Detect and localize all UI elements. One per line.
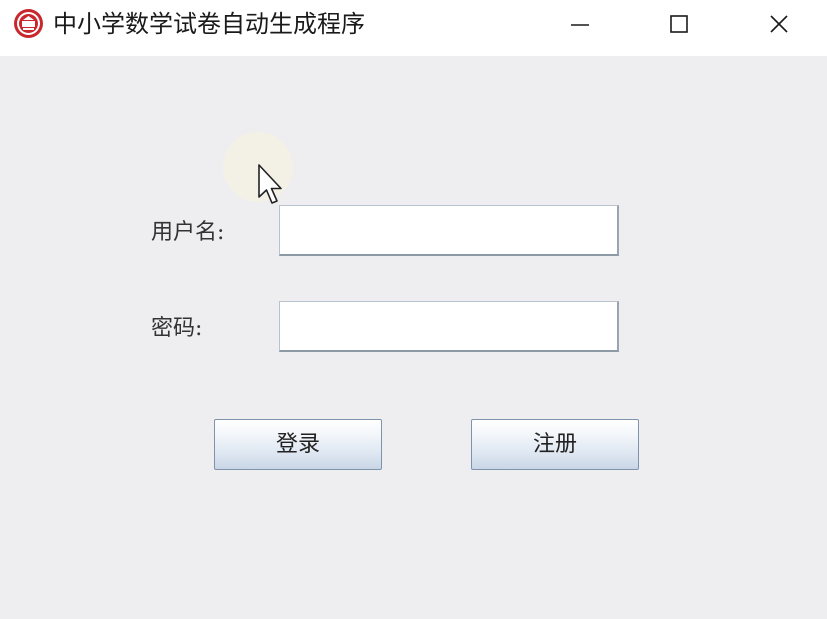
- close-icon: [770, 15, 788, 33]
- password-input[interactable]: [279, 301, 619, 352]
- window-title: 中小学数学试卷自动生成程序: [53, 10, 365, 38]
- minimize-icon: [571, 24, 589, 26]
- login-panel: 用户名: 密码: 登录 注册: [0, 56, 827, 619]
- title-bar[interactable]: 中小学数学试卷自动生成程序: [0, 0, 827, 56]
- mouse-pointer-icon: [258, 164, 282, 204]
- password-label: 密码:: [151, 316, 203, 341]
- maximize-button[interactable]: [634, 0, 724, 48]
- username-label: 用户名:: [151, 220, 225, 245]
- username-input[interactable]: [279, 205, 619, 256]
- maximize-icon: [670, 15, 688, 33]
- register-button[interactable]: 注册: [471, 419, 639, 470]
- school-emblem-icon: [14, 9, 43, 38]
- minimize-button[interactable]: [534, 0, 624, 48]
- login-button[interactable]: 登录: [214, 419, 382, 470]
- app-window: 中小学数学试卷自动生成程序 用户名: 密码: 登录 注册: [0, 0, 827, 619]
- close-button[interactable]: [734, 0, 824, 48]
